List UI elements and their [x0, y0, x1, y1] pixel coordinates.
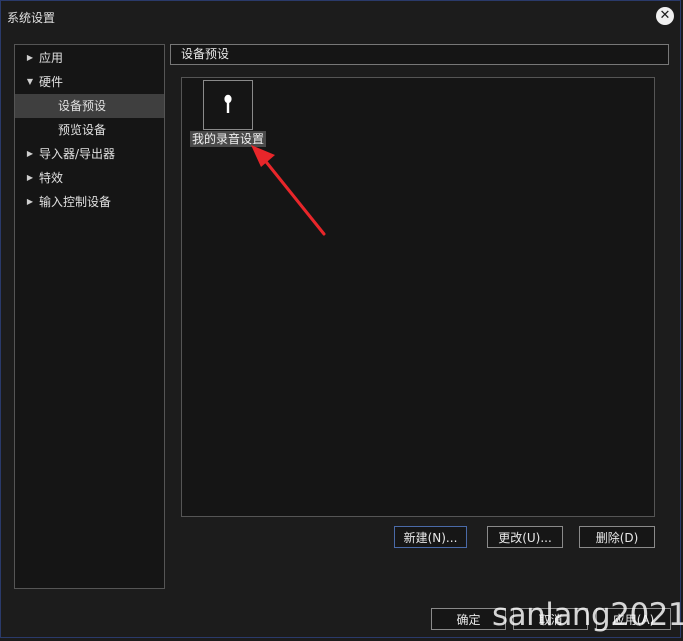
chevron-right-icon: ▶ [26, 149, 34, 158]
tree-item-label: 输入控制设备 [39, 195, 112, 209]
delete-preset-button[interactable]: 删除(D) [579, 526, 655, 548]
preset-label[interactable]: 我的录音设置 [190, 131, 267, 147]
change-preset-button[interactable]: 更改(U)... [487, 526, 563, 548]
close-icon: ✕ [659, 8, 671, 23]
tree-item-device-presets[interactable]: 设备预设 [15, 94, 164, 118]
title-bar: 系统设置 ✕ [1, 1, 680, 33]
tree-item-hardware[interactable]: ▼ 硬件 [15, 70, 164, 94]
chevron-right-icon: ▶ [26, 53, 34, 62]
chevron-down-icon: ▼ [26, 77, 34, 86]
new-preset-button[interactable]: 新建(N)... [394, 526, 467, 548]
window-title: 系统设置 [7, 10, 56, 25]
system-settings-window: 系统设置 ✕ ▶ 应用 ▼ 硬件 设备预设 预览设备 ▶ 导入器/导出器 ▶ 特… [0, 0, 683, 638]
tree-item-importer-exporter[interactable]: ▶ 导入器/导出器 [15, 142, 164, 166]
section-header: 设备预设 [170, 44, 669, 65]
tree-item-effects[interactable]: ▶ 特效 [15, 166, 164, 190]
apply-button[interactable]: 应用(A) [596, 608, 671, 630]
tree-item-app[interactable]: ▶ 应用 [15, 46, 164, 70]
tree-item-label: 特效 [39, 171, 64, 185]
chevron-right-icon: ▶ [26, 197, 34, 206]
preset-tile-my-recording[interactable] [203, 80, 253, 130]
chevron-right-icon: ▶ [26, 173, 34, 182]
close-button[interactable]: ✕ [656, 7, 674, 25]
tree-item-input-control-devices[interactable]: ▶ 输入控制设备 [15, 190, 164, 214]
ok-button[interactable]: 确定 [431, 608, 506, 630]
tree-item-label: 导入器/导出器 [39, 147, 116, 161]
cancel-button[interactable]: 取消 [513, 608, 588, 630]
preset-list: 我的录音设置 [181, 77, 655, 517]
tree-item-label: 应用 [39, 51, 64, 65]
microphone-icon [224, 94, 232, 113]
tree-item-label: 设备预设 [58, 99, 107, 113]
tree-item-label: 硬件 [39, 75, 64, 89]
tree-item-preview-device[interactable]: 预览设备 [15, 118, 164, 142]
tree-item-label: 预览设备 [58, 123, 107, 137]
settings-tree: ▶ 应用 ▼ 硬件 设备预设 预览设备 ▶ 导入器/导出器 ▶ 特效 ▶ 输入控… [14, 44, 165, 589]
